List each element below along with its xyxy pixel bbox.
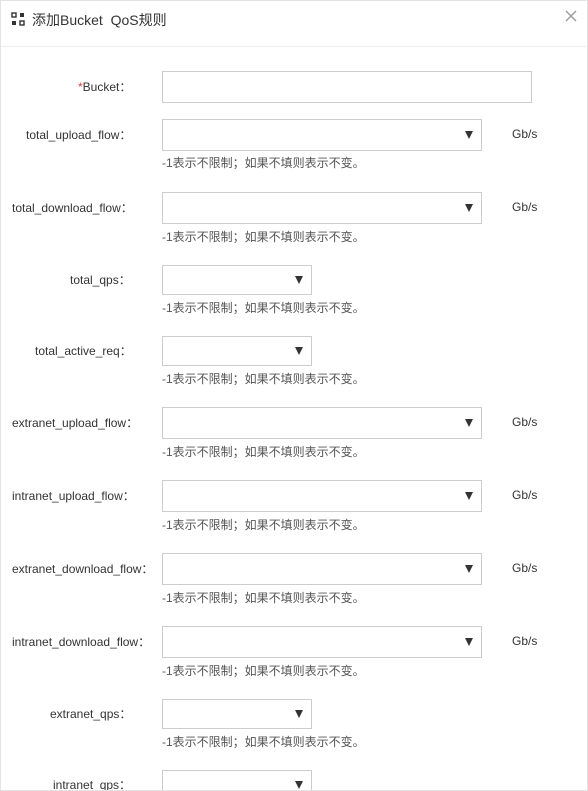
- hint-text: -1表示不限制；如果不填则表示不变。: [162, 735, 365, 749]
- field-label: extranet_download_flow：: [12, 562, 154, 576]
- dropdown-caret-icon: [465, 204, 473, 212]
- total-active-req-select[interactable]: [162, 336, 312, 366]
- dropdown-caret-icon: [465, 492, 473, 500]
- dropdown-caret-icon: [295, 781, 303, 789]
- intranet-qps-select[interactable]: [162, 770, 312, 790]
- total-download-flow-select[interactable]: [162, 192, 482, 224]
- hint-text: -1表示不限制；如果不填则表示不变。: [162, 156, 365, 170]
- grid-settings-icon: [11, 12, 25, 26]
- bucket-label: *Bucket：: [78, 80, 132, 94]
- intranet-upload-flow-select[interactable]: [162, 480, 482, 512]
- extranet-download-flow-select[interactable]: [162, 553, 482, 585]
- unit-label: Gb/s: [512, 634, 538, 648]
- dropdown-caret-icon: [465, 638, 473, 646]
- dialog-title: 添加Bucket QoS规则: [32, 12, 167, 28]
- dropdown-caret-icon: [465, 131, 473, 139]
- field-label: total_qps：: [70, 273, 131, 287]
- dropdown-caret-icon: [295, 710, 303, 718]
- extranet-qps-select[interactable]: [162, 699, 312, 729]
- dropdown-caret-icon: [295, 347, 303, 355]
- add-qos-rule-dialog: 添加Bucket QoS规则 *Bucket： total_upload_flo…: [0, 0, 588, 791]
- dropdown-caret-icon: [465, 419, 473, 427]
- unit-label: Gb/s: [512, 200, 538, 214]
- field-label: intranet_qps：: [53, 778, 132, 791]
- unit-label: Gb/s: [512, 127, 538, 141]
- dropdown-caret-icon: [465, 565, 473, 573]
- field-label: total_active_req：: [35, 344, 132, 358]
- field-label: extranet_qps：: [50, 707, 132, 721]
- total-upload-flow-select[interactable]: [162, 119, 482, 151]
- hint-text: -1表示不限制；如果不填则表示不变。: [162, 445, 365, 459]
- field-label: total_upload_flow：: [26, 128, 132, 142]
- hint-text: -1表示不限制；如果不填则表示不变。: [162, 372, 365, 386]
- unit-label: Gb/s: [512, 561, 538, 575]
- hint-text: -1表示不限制；如果不填则表示不变。: [162, 591, 365, 605]
- bucket-input[interactable]: [162, 71, 532, 103]
- hint-text: -1表示不限制；如果不填则表示不变。: [162, 230, 365, 244]
- field-label: intranet_download_flow：: [12, 635, 151, 649]
- hint-text: -1表示不限制；如果不填则表示不变。: [162, 518, 365, 532]
- dropdown-caret-icon: [295, 276, 303, 284]
- unit-label: Gb/s: [512, 488, 538, 502]
- intranet-download-flow-select[interactable]: [162, 626, 482, 658]
- close-icon[interactable]: [563, 8, 579, 24]
- dialog-header: 添加Bucket QoS规则: [1, 1, 587, 47]
- unit-label: Gb/s: [512, 415, 538, 429]
- total-qps-select[interactable]: [162, 265, 312, 295]
- field-label: total_download_flow：: [12, 201, 133, 215]
- hint-text: -1表示不限制；如果不填则表示不变。: [162, 664, 365, 678]
- field-label: extranet_upload_flow：: [12, 416, 139, 430]
- hint-text: -1表示不限制；如果不填则表示不变。: [162, 301, 365, 315]
- field-label: intranet_upload_flow：: [12, 489, 135, 503]
- extranet-upload-flow-select[interactable]: [162, 407, 482, 439]
